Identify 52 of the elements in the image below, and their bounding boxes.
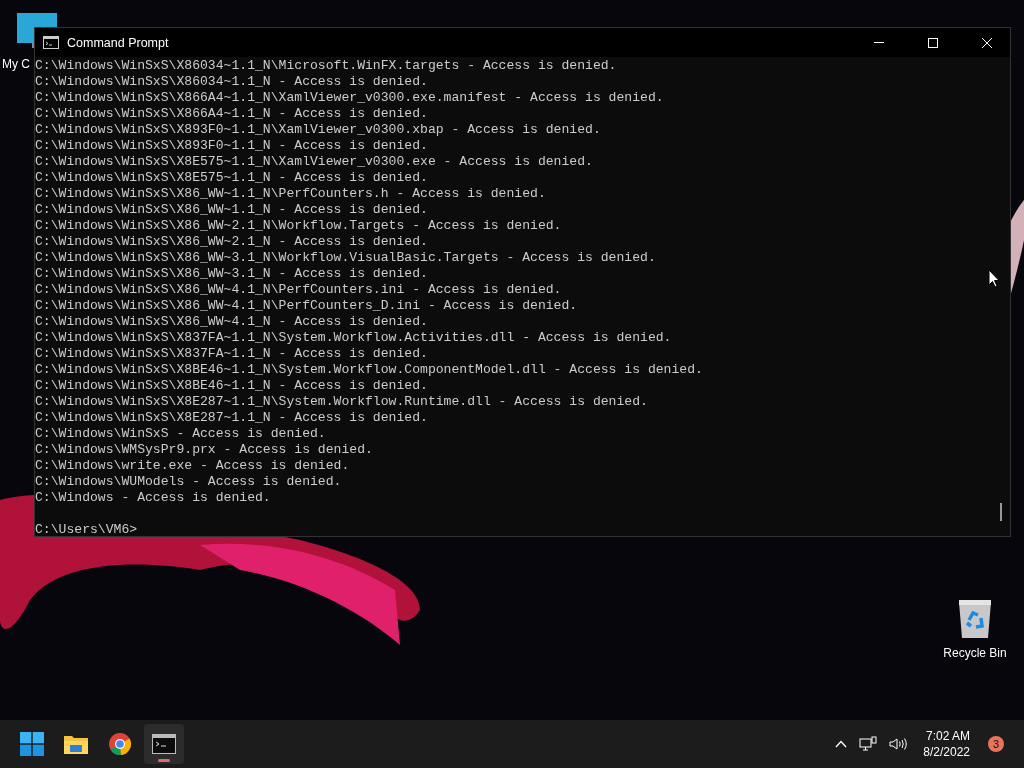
clock-date: 8/2/2022 xyxy=(923,744,970,760)
minimize-icon xyxy=(874,42,884,43)
speaker-icon[interactable] xyxy=(889,737,908,751)
network-icon[interactable] xyxy=(859,736,878,752)
console-line: C:\Windows\WinSxS\X86034~1.1_N\Microsoft.WinFX.targets - Access is denied. xyxy=(35,58,618,74)
console-line: C:\Windows\WinSxS\X8E575~1.1_N\XamlViewer_v0300.exe - Access is denied. xyxy=(35,154,594,170)
mouse-cursor-icon xyxy=(988,269,1000,288)
console-line: C:\Windows\WinSxS\X8BE46~1.1_N - Access is denied. xyxy=(35,378,429,394)
terminal-icon xyxy=(152,734,176,754)
console-line: C:\Windows\WinSxS\X86_WW~1.1_N - Access is denied. xyxy=(35,202,429,218)
console-line: C:\Windows\WinSxS\X86_WW~2.1_N - Access is denied. xyxy=(35,234,429,250)
console-line: C:\Windows\WinSxS\X86_WW~2.1_N\Workflow.Targets - Access is denied. xyxy=(35,218,563,234)
folder-icon xyxy=(63,733,89,755)
taskbar-terminal-button[interactable] xyxy=(144,724,184,764)
desktop-icon-label[interactable]: My C xyxy=(2,57,30,71)
console-line: C:\Windows\WMSysPr9.prx - Access is denied. xyxy=(35,442,374,458)
recycle-bin-icon xyxy=(957,598,993,640)
console-line: C:\Windows\WinSxS\X866A4~1.1_N - Access is denied. xyxy=(35,106,429,122)
console-line: C:\Windows\WinSxS\X86_WW~1.1_N\PerfCounters.h - Access is denied. xyxy=(35,186,547,202)
clock[interactable]: 7:02 AM 8/2/2022 xyxy=(923,728,970,760)
command-prompt-line[interactable]: C:\Users\VM6> xyxy=(35,522,993,538)
console-line: C:\Windows\WinSxS\X893F0~1.1_N\XamlViewer_v0300.xbap - Access is denied. xyxy=(35,122,602,138)
active-indicator xyxy=(158,759,170,762)
console-line: C:\Windows\WinSxS\X86_WW~3.1_N\Workflow.VisualBasic.Targets - Access is denied. xyxy=(35,250,657,266)
desktop-icon-label[interactable]: Recycle Bin xyxy=(943,646,1007,660)
console-line: C:\Windows\WinSxS\X893F0~1.1_N - Access is denied. xyxy=(35,138,429,154)
window-title: Command Prompt xyxy=(67,35,169,50)
console-line: C:\Windows\WinSxS\X866A4~1.1_N\XamlViewer_v0300.exe.manifest - Access is denied. xyxy=(35,90,665,106)
close-icon xyxy=(981,36,993,49)
console-line: C:\Windows\WinSxS\X86_WW~4.1_N\PerfCounters.ini - Access is denied. xyxy=(35,282,563,298)
terminal-icon xyxy=(43,36,59,49)
console-line: C:\Windows\WinSxS\X86034~1.1_N - Access is denied. xyxy=(35,74,429,90)
clock-time: 7:02 AM xyxy=(925,728,970,744)
console-line: C:\Windows\WinSxS\X86_WW~3.1_N - Access is denied. xyxy=(35,266,429,282)
chevron-up-icon[interactable] xyxy=(835,740,848,748)
console-line: C:\Windows\WinSxS\X837FA~1.1_N - Access is denied. xyxy=(35,346,429,362)
console-line: C:\Windows\WinSxS\X86_WW~4.1_N - Access is denied. xyxy=(35,314,429,330)
console-line: C:\Windows\WinSxS\X8E287~1.1_N - Access is denied. xyxy=(35,410,429,426)
notification-badge[interactable]: 3 xyxy=(988,736,1004,752)
start-icon xyxy=(20,732,44,756)
scrollbar-thumb[interactable] xyxy=(1000,503,1002,521)
console-line: C:\Windows\WinSxS\X86_WW~4.1_N\PerfCounters_D.ini - Access is denied. xyxy=(35,298,579,314)
console-line: C:\Windows\WinSxS\X8BE46~1.1_N\System.Workflow.ComponentModel.dll - Access is denied. xyxy=(35,362,704,378)
browser-icon xyxy=(108,732,132,756)
console-line: C:\Windows - Access is denied. xyxy=(35,490,272,506)
console-line: C:\Windows\write.exe - Access is denied. xyxy=(35,458,351,474)
console-line: C:\Windows\WinSxS\X837FA~1.1_N\System.Workflow.Activities.dll - Access is denied. xyxy=(35,330,673,346)
console-line: C:\Windows\WinSxS\X8E575~1.1_N - Access is denied. xyxy=(35,170,429,186)
console-line: C:\Windows\WinSxS - Access is denied. xyxy=(35,426,327,442)
maximize-icon xyxy=(927,36,939,49)
console-line: C:\Windows\WinSxS\X8E287~1.1_N\System.Workflow.Runtime.dll - Access is denied. xyxy=(35,394,649,410)
console-line: C:\Windows\WUModels - Access is denied. xyxy=(35,474,343,490)
